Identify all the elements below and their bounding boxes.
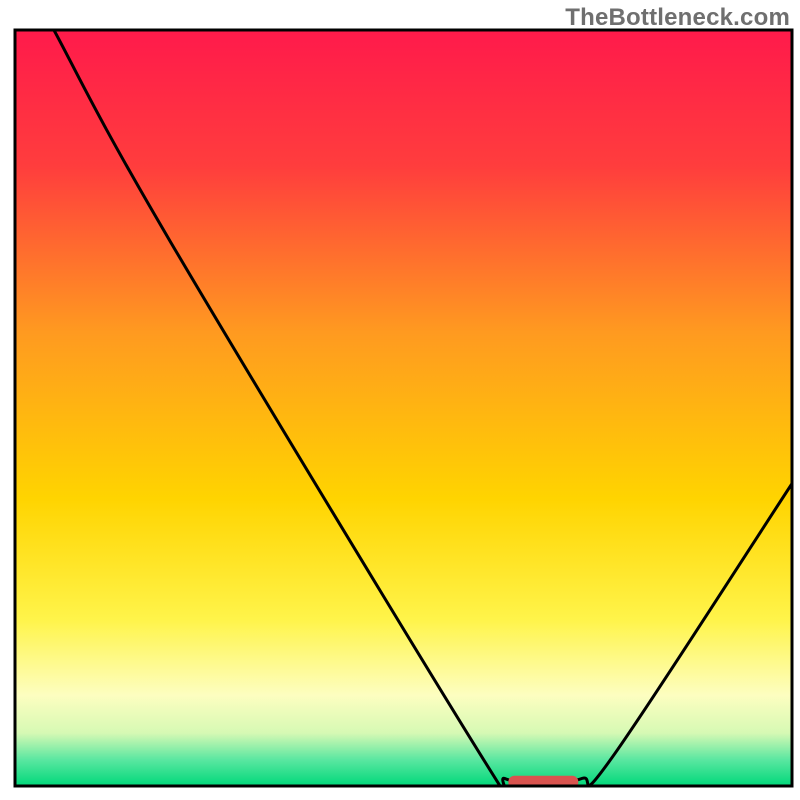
bottleneck-chart <box>0 0 800 800</box>
chart-stage: TheBottleneck.com <box>0 0 800 800</box>
watermark-text: TheBottleneck.com <box>565 4 790 32</box>
gradient-background <box>15 30 792 786</box>
